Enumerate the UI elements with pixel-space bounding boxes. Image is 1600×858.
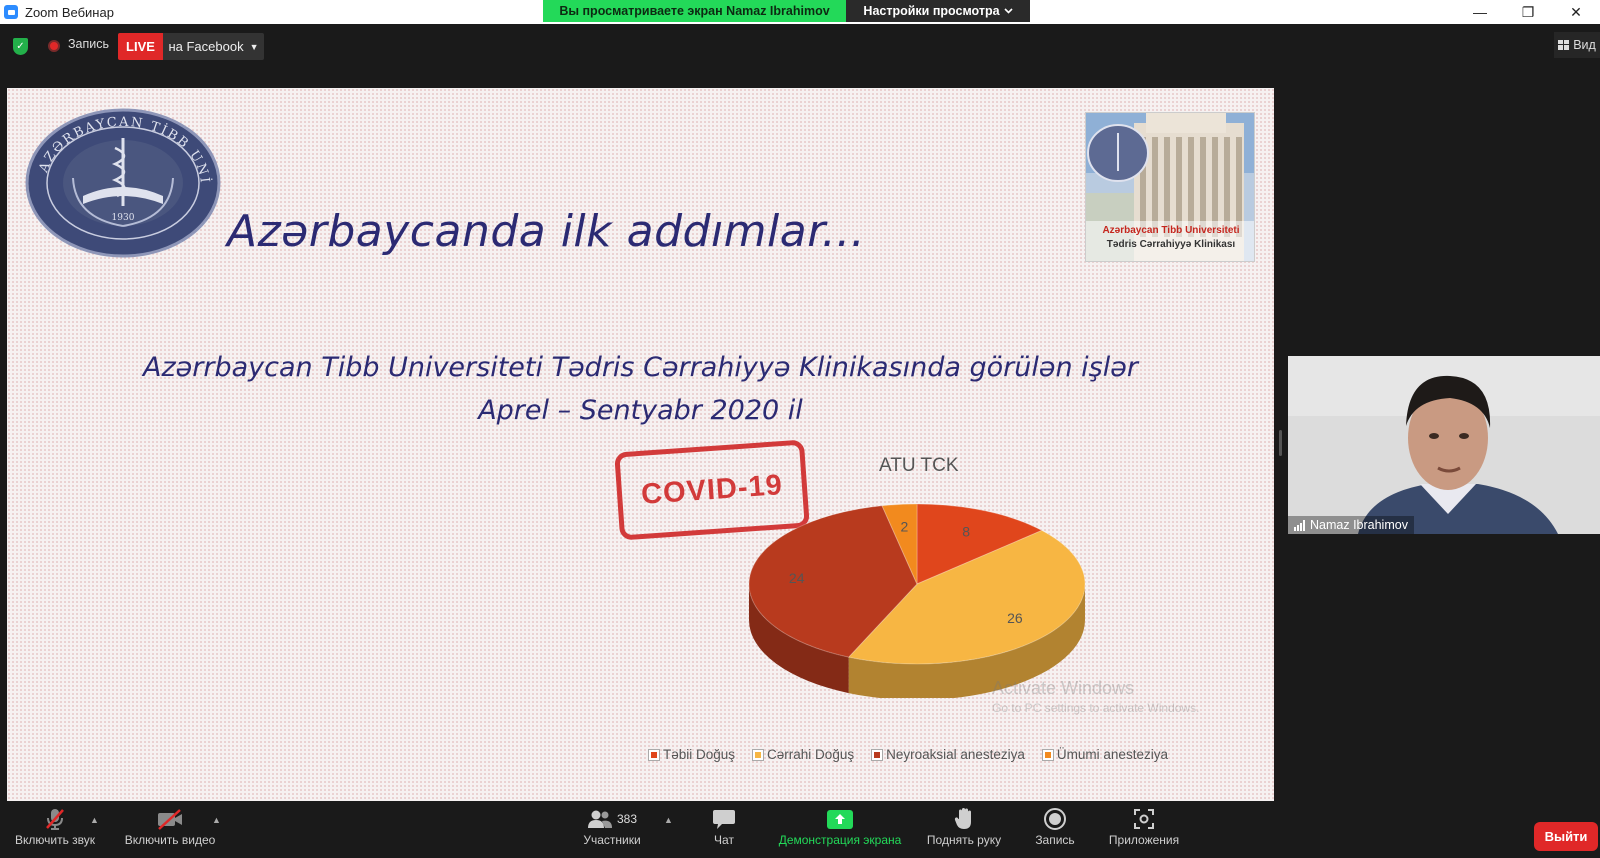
security-shield-icon[interactable]: ✓ (13, 38, 28, 55)
legend-swatch (753, 749, 764, 760)
meeting-toolbar: Включить звук ▲ Включить видео ▲ 383 Уча… (0, 801, 1600, 858)
apps-icon (1134, 809, 1154, 829)
chevron-down-icon (1004, 8, 1013, 14)
legend-swatch (872, 749, 883, 760)
share-screen-label: Демонстрация экрана (778, 833, 902, 847)
legend-label: Ümumi anesteziya (1056, 747, 1168, 762)
legend-item: Ümumi anesteziya (1042, 747, 1168, 762)
share-screen-button[interactable]: Демонстрация экрана (772, 801, 908, 858)
meeting-top-bar: ✓ Запись LIVE на Facebook ▼ Вид (0, 24, 1600, 88)
view-label: Вид (1573, 38, 1596, 52)
chat-label: Чат (714, 833, 734, 847)
microphone-muted-icon (46, 809, 64, 830)
seal-year: 1930 (112, 213, 135, 223)
live-badge: LIVE (118, 33, 163, 60)
clinic-caption-university: Azərbaycan Tibb Universiteti (1102, 225, 1240, 236)
chat-bubble-icon (713, 810, 735, 829)
close-button[interactable]: ✕ (1552, 0, 1600, 24)
window-controls: — ❐ ✕ (1456, 0, 1600, 24)
participants-button[interactable]: 383 Участники (574, 801, 650, 858)
record-icon (1044, 808, 1066, 830)
subtitle-line-2: Aprel – Sentyabr 2020 il (478, 395, 803, 426)
panel-resize-handle[interactable] (1279, 430, 1282, 456)
screen-share-banner: Вы просматриваете экран Namaz Ibrahimov … (543, 0, 1030, 22)
pie-data-label: 24 (789, 570, 805, 586)
viewing-screen-label: Вы просматриваете экран Namaz Ibrahimov (543, 0, 846, 22)
shared-screen-slide: 1930 AZƏRBAYCAN TİBB UNİVERSİTETİ Azərba… (7, 88, 1274, 801)
view-options-button[interactable]: Настройки просмотра (846, 0, 1030, 22)
view-button[interactable]: Вид (1554, 32, 1600, 58)
subtitle-line-1: Azərrbaycan Tibb Universiteti Tədris Cər… (143, 352, 1138, 383)
live-destination-label: на Facebook (168, 39, 244, 54)
participants-count: 383 (616, 812, 638, 826)
watermark-line-2: Go to PC settings to activate Windows. (992, 701, 1200, 715)
pie-data-label: 26 (1007, 610, 1023, 626)
apps-label: Приложения (1108, 833, 1180, 847)
clinic-building-photo: Azərbaycan Tibb Universiteti Tədris Cərr… (1085, 112, 1255, 262)
pie-chart: 8 26 24 2 (748, 503, 1086, 698)
slide-title: Azərbaycanda ilk addımlar... (227, 206, 866, 257)
participants-icon (587, 810, 612, 828)
participant-video-frame (1288, 356, 1600, 534)
legend-label: Təbii Doğuş (663, 747, 736, 762)
window-title: Zoom Вебинар (25, 4, 114, 20)
chat-button[interactable]: Чат (700, 801, 748, 858)
participants-label: Участники (583, 833, 641, 847)
legend-swatch (649, 749, 659, 760)
legend-item: Cərrahi Doğuş (753, 747, 854, 762)
clinic-caption-clinic: Tədris Cərrahiyyə Klinikası (1106, 239, 1236, 250)
university-seal-logo: 1930 AZƏRBAYCAN TİBB UNİVERSİTETİ (25, 108, 221, 258)
zoom-app-icon (4, 5, 18, 19)
legend-item: Neyroaksial anesteziya (872, 747, 1025, 762)
signal-strength-icon (1294, 519, 1305, 531)
pie-data-label: 8 (962, 523, 970, 539)
video-camera-off-icon (158, 809, 182, 830)
chart-legend: Təbii Doğuş Cərrahi Doğuş Neyroaksial anes… (649, 747, 1168, 762)
start-video-button[interactable]: Включить видео (118, 801, 222, 858)
live-destination-button[interactable]: на Facebook ▼ (163, 33, 264, 60)
legend-label: Neyroaksial anesteziya (886, 747, 1025, 762)
view-options-label: Настройки просмотра (863, 4, 1000, 18)
unmute-button[interactable]: Включить звук (10, 801, 100, 858)
legend-label: Cərrahi Doğuş (767, 747, 855, 762)
start-video-label: Включить видео (124, 833, 216, 847)
chart-title: ATU TCK (879, 455, 959, 476)
recording-status[interactable]: Запись (68, 37, 109, 51)
leave-button[interactable]: Выйти (1534, 822, 1598, 851)
participant-name: Namaz Ibrahimov (1310, 518, 1408, 532)
participant-name-tag: Namaz Ibrahimov (1288, 516, 1414, 534)
share-screen-icon (827, 810, 853, 829)
participant-video[interactable] (1288, 356, 1600, 534)
raise-hand-icon (954, 808, 971, 829)
video-options-caret-icon[interactable]: ▲ (212, 815, 221, 825)
legend-item: Təbii Doğuş (649, 747, 735, 762)
zoom-window: Zoom Вебинар — ❐ ✕ Вы просматриваете экр… (0, 0, 1600, 858)
legend-swatch (1042, 749, 1053, 760)
watermark-line-1: Activate Windows (992, 678, 1135, 698)
record-button[interactable]: Запись (1030, 801, 1080, 858)
apps-button[interactable]: Приложения (1104, 801, 1184, 858)
unmute-label: Включить звук (14, 833, 96, 847)
raise-hand-button[interactable]: Поднять руку (922, 801, 1006, 858)
participants-options-caret-icon[interactable]: ▲ (664, 815, 673, 825)
record-label: Запись (1035, 833, 1075, 847)
caret-down-icon: ▼ (249, 41, 259, 52)
activate-windows-watermark: Activate Windows Go to PC settings to ac… (992, 678, 1199, 715)
restore-button[interactable]: ❐ (1504, 0, 1552, 24)
grid-view-icon (1558, 40, 1570, 50)
pie-data-label: 2 (900, 519, 908, 535)
minimize-button[interactable]: — (1456, 0, 1504, 24)
slide-subtitle: Azərrbaycan Tibb Universiteti Tədris Cər… (7, 346, 1274, 432)
raise-hand-label: Поднять руку (926, 833, 1002, 847)
audio-options-caret-icon[interactable]: ▲ (90, 815, 99, 825)
recording-dot-icon (48, 40, 60, 52)
